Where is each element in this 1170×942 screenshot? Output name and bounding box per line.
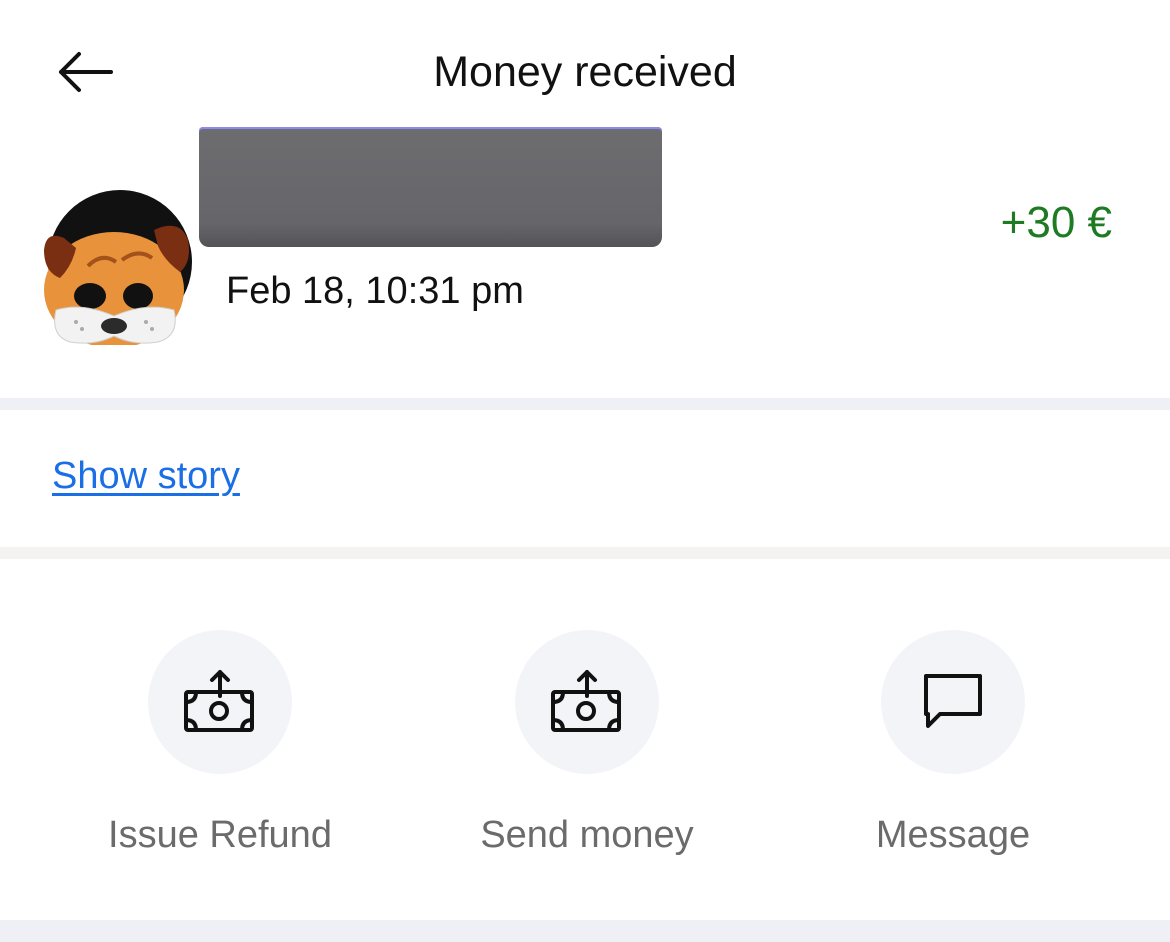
dog-avatar-icon	[44, 190, 192, 348]
message-button[interactable]: Message	[803, 630, 1103, 880]
chat-bubble-icon	[924, 674, 982, 728]
divider	[0, 398, 1170, 410]
money-send-icon	[551, 670, 621, 732]
transaction-amount: +30 €	[1000, 198, 1112, 247]
issue-refund-label: Issue Refund	[108, 814, 332, 856]
transaction-date: Feb 18, 10:31 pm	[226, 270, 524, 312]
header: Money received	[0, 0, 1170, 140]
message-label: Message	[875, 814, 1031, 856]
divider	[0, 920, 1170, 942]
money-send-icon	[184, 670, 254, 732]
issue-refund-button[interactable]: Issue Refund	[70, 630, 370, 880]
message-icon-circle[interactable]	[881, 630, 1025, 774]
send-money-icon-circle[interactable]	[515, 630, 659, 774]
issue-refund-icon-circle[interactable]	[148, 630, 292, 774]
redacted-name	[199, 127, 662, 247]
divider	[0, 547, 1170, 559]
show-story-link[interactable]: Show story	[52, 455, 240, 498]
send-money-label: Send money	[480, 814, 694, 856]
page-title: Money received	[433, 48, 737, 96]
send-money-button[interactable]: Send money	[437, 630, 737, 880]
avatar[interactable]	[42, 190, 192, 348]
